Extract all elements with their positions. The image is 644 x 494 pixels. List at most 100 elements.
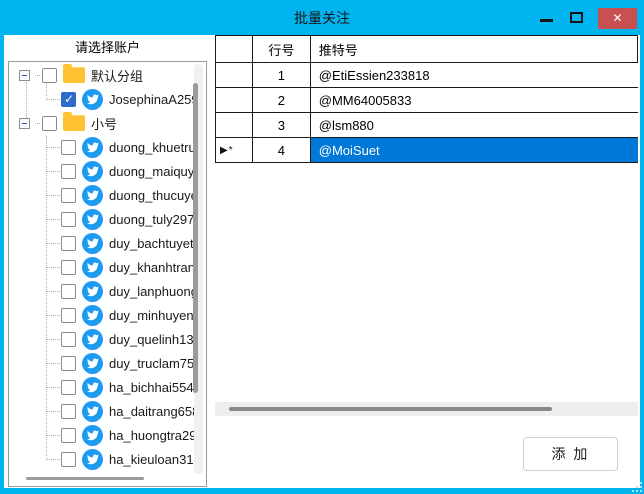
tree-account-item[interactable]: duy_lanphuong	[9, 279, 194, 303]
tree-account-item[interactable]: duong_maiquy	[9, 159, 194, 183]
tree-checkbox[interactable]	[61, 164, 76, 179]
tree-group-item[interactable]: 默认分组	[9, 63, 194, 87]
table-row[interactable]: 1@EtiEssien233818	[216, 63, 638, 88]
tree-account-item[interactable]: duy_truclam759	[9, 351, 194, 375]
tree-account-item[interactable]: ha_kieuloan317	[9, 447, 194, 471]
tree-checkbox[interactable]	[61, 308, 76, 323]
tree-item-label[interactable]: duong_thucuye	[109, 188, 194, 203]
tree-checkbox[interactable]	[61, 140, 76, 155]
table-row[interactable]: 2@MM64005833	[216, 88, 638, 113]
tree-item-label[interactable]: JosephinaA259	[109, 92, 194, 107]
tree-account-item[interactable]: duy_bachtuyet8	[9, 231, 194, 255]
tree-vertical-scrollbar[interactable]	[194, 64, 203, 474]
tree-item-label[interactable]: duong_tuly297	[109, 212, 194, 227]
twitter-icon	[82, 185, 103, 206]
tree-account-item[interactable]: ha_daitrang658	[9, 399, 194, 423]
table-header-indicator	[216, 36, 253, 63]
tree-account-item[interactable]: duy_khanhtran	[9, 255, 194, 279]
tree-item-label[interactable]: ha_kieuloan317	[109, 452, 194, 467]
tree-account-item[interactable]: ha_bichhai5543	[9, 375, 194, 399]
twitter-icon	[82, 305, 103, 326]
twitter-icon	[82, 449, 103, 470]
twitter-icon	[82, 353, 103, 374]
handle-cell[interactable]: @lsm880	[311, 113, 638, 138]
row-number-cell[interactable]: 3	[253, 113, 311, 138]
tree-account-item[interactable]: duy_minhuyen5	[9, 303, 194, 327]
tree-expander-icon[interactable]	[19, 70, 30, 81]
row-number-cell[interactable]: 4	[253, 138, 311, 163]
tree-account-item[interactable]: duong_khuetru	[9, 135, 194, 159]
tree-account-item[interactable]: duy_quelinh133	[9, 327, 194, 351]
tree-item-label[interactable]: duong_khuetru	[109, 140, 194, 155]
minimize-icon	[540, 19, 553, 22]
table-row[interactable]: ▶*4@MoiSuet	[216, 138, 638, 163]
table-header-row: 行号 推特号	[216, 36, 638, 63]
tree-horizontal-scrollbar[interactable]	[26, 477, 144, 480]
minimize-button[interactable]	[536, 6, 558, 28]
tree-checkbox[interactable]	[61, 380, 76, 395]
tree-item-label[interactable]: duy_bachtuyet8	[109, 236, 194, 251]
tree-item-label[interactable]: ha_daitrang658	[109, 404, 194, 419]
tree-item-label[interactable]: duy_quelinh133	[109, 332, 194, 347]
row-indicator-cell	[216, 88, 253, 113]
tree-checkbox[interactable]	[61, 212, 76, 227]
handle-cell[interactable]: @MoiSuet	[311, 138, 638, 163]
tree-checkbox[interactable]	[42, 68, 57, 83]
table-horizontal-scrollbar[interactable]	[215, 402, 638, 416]
table-row[interactable]: 3@lsm880	[216, 113, 638, 138]
tree-group-item[interactable]: 小号	[9, 111, 194, 135]
tree-checkbox[interactable]	[61, 404, 76, 419]
twitter-icon	[82, 161, 103, 182]
tree-account-item[interactable]: ha_huongtra29	[9, 423, 194, 447]
table-header-row-number: 行号	[253, 36, 311, 63]
tree-item-label[interactable]: ha_bichhai5543	[109, 380, 194, 395]
tree-checkbox[interactable]	[61, 428, 76, 443]
tree-checkbox[interactable]	[61, 284, 76, 299]
tree-checkbox[interactable]	[61, 332, 76, 347]
add-button[interactable]: 添 加	[523, 437, 618, 471]
tree-account-item[interactable]: duong_tuly297	[9, 207, 194, 231]
account-tree[interactable]: 默认分组 JosephinaA259 小号 duong_khuetru duong_ma…	[8, 61, 207, 487]
maximize-button[interactable]	[566, 6, 588, 28]
tree-account-item[interactable]: duong_thucuye	[9, 183, 194, 207]
batch-follow-window: 批量关注 ✕ 请选择账户 默认分组 JosephinaA259 小号 duong_kh…	[0, 0, 644, 494]
tree-item-label[interactable]: ha_huongtra29	[109, 428, 194, 443]
tree-connector-stub	[35, 75, 40, 76]
tree-expander-icon[interactable]	[19, 118, 30, 129]
tree-checkbox[interactable]	[61, 92, 76, 107]
tree-checkbox[interactable]	[61, 260, 76, 275]
twitter-icon	[82, 329, 103, 350]
handle-cell[interactable]: @MM64005833	[311, 88, 638, 113]
folder-icon	[63, 67, 85, 83]
row-number-cell[interactable]: 1	[253, 63, 311, 88]
tree-item-label[interactable]: duy_minhuyen5	[109, 308, 194, 323]
client-area: 请选择账户 默认分组 JosephinaA259 小号 duong_khuetrudu…	[4, 35, 640, 488]
maximize-icon	[570, 12, 583, 23]
handles-table[interactable]: 行号 推特号 1@EtiEssien2338182@MM640058333@ls…	[215, 35, 638, 163]
tree-checkbox[interactable]	[61, 356, 76, 371]
tree-panel-header: 请选择账户	[8, 36, 207, 60]
tree-item-label[interactable]: 小号	[91, 114, 117, 133]
handle-cell[interactable]: @EtiEssien233818	[311, 63, 638, 88]
tree-checkbox[interactable]	[61, 452, 76, 467]
title-bar[interactable]: 批量关注 ✕	[0, 0, 644, 35]
tree-item-label[interactable]: duy_lanphuong	[109, 284, 194, 299]
row-indicator-cell	[216, 113, 253, 138]
twitter-icon	[82, 281, 103, 302]
tree-vertical-scrollbar-thumb[interactable]	[193, 83, 198, 393]
tree-item-label[interactable]: duy_khanhtran	[109, 260, 194, 275]
tree-checkbox[interactable]	[42, 116, 57, 131]
twitter-icon	[82, 233, 103, 254]
tree-item-label[interactable]: 默认分组	[91, 66, 143, 85]
close-button[interactable]: ✕	[598, 8, 637, 29]
twitter-icon	[82, 377, 103, 398]
tree-account-item[interactable]: JosephinaA259	[9, 87, 194, 111]
tree-checkbox[interactable]	[61, 188, 76, 203]
twitter-icon	[82, 401, 103, 422]
tree-item-label[interactable]: duy_truclam759	[109, 356, 194, 371]
table-horizontal-scrollbar-thumb[interactable]	[229, 407, 552, 411]
tree-checkbox[interactable]	[61, 236, 76, 251]
row-number-cell[interactable]: 2	[253, 88, 311, 113]
tree-item-label[interactable]: duong_maiquy	[109, 164, 194, 179]
resize-grip[interactable]	[630, 480, 642, 492]
